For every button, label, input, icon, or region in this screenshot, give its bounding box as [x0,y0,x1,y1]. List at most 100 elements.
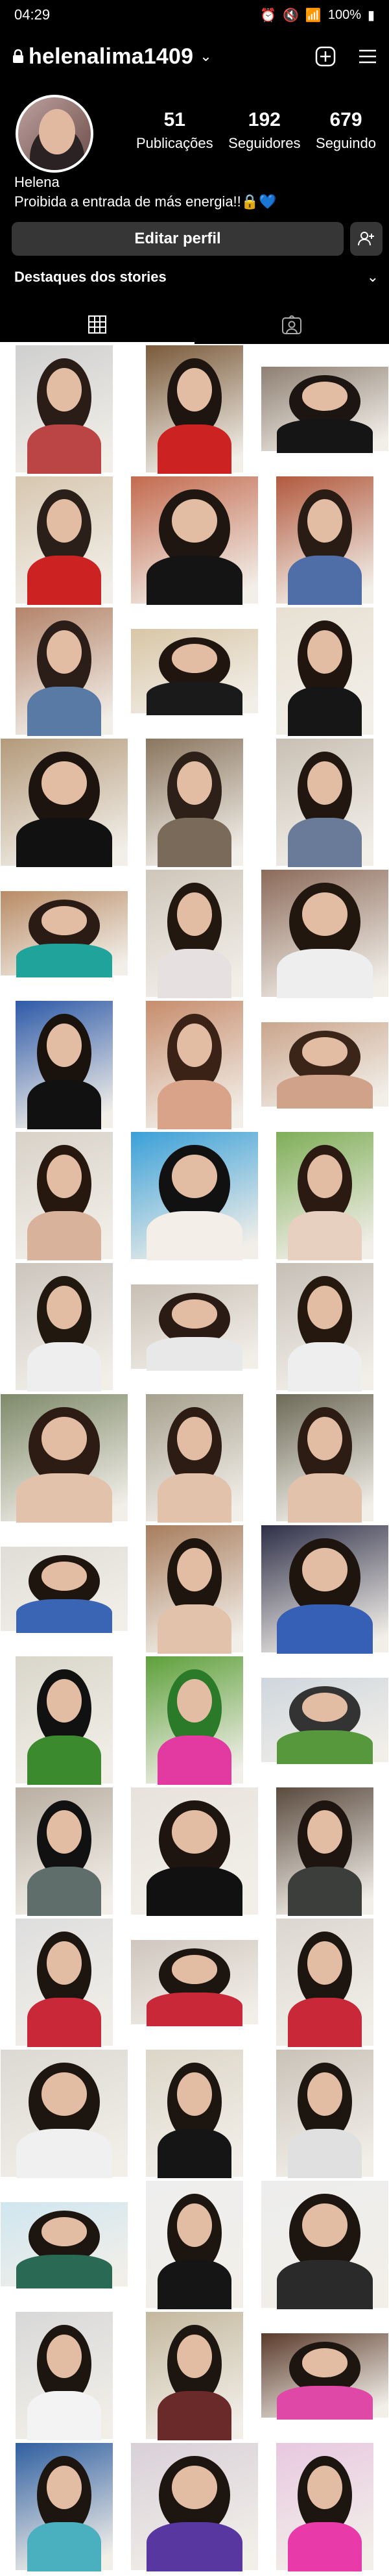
account-switch-chevron-icon[interactable]: ⌄ [200,48,211,65]
post-subject-shirt [288,1210,362,1260]
grid-post[interactable] [130,2179,259,2309]
grid-post[interactable] [0,1524,128,1654]
posts-stat[interactable]: 51 Publicações [136,109,213,152]
grid-post[interactable] [130,737,259,867]
post-photo [146,870,243,998]
grid-post[interactable] [130,1786,259,1916]
grid-post[interactable] [0,1262,128,1392]
posts-count: 51 [163,109,185,130]
post-subject-face [177,1679,212,1723]
post-subject-shirt [27,2390,101,2440]
post-subject-face [171,2466,218,2509]
grid-post[interactable] [0,2048,128,2178]
grid-post[interactable] [130,606,259,736]
grid-post[interactable] [261,1393,389,1523]
post-subject-shirt [16,817,113,867]
grid-post[interactable] [261,868,389,998]
grid-post[interactable] [0,2179,128,2309]
post-subject-shirt [276,2385,373,2420]
grid-post[interactable] [0,1393,128,1523]
grid-post[interactable] [261,2311,389,2440]
grid-post[interactable] [0,606,128,736]
story-highlights-chevron-icon[interactable]: ⌄ [367,269,379,286]
post-subject-shirt [158,817,231,867]
grid-post[interactable] [130,344,259,474]
grid-post[interactable] [261,1786,389,1916]
grid-post[interactable] [130,2048,259,2178]
grid-post[interactable] [0,2311,128,2440]
post-photo [16,1263,113,1392]
followers-stat[interactable]: 192 Seguidores [228,109,300,152]
post-subject-face [301,1037,348,1066]
username[interactable]: helenalima1409 [29,44,193,69]
grid-post[interactable] [130,1000,259,1129]
post-subject-shirt [16,2254,113,2288]
post-subject-face [47,1679,82,1723]
post-subject-face [307,1941,342,1985]
grid-post[interactable] [0,737,128,867]
grid-post[interactable] [130,1524,259,1654]
post-subject-face [41,2072,88,2116]
grid-post[interactable] [261,1524,389,1654]
post-photo [146,2181,243,2309]
grid-post[interactable] [0,1655,128,1785]
grid-post[interactable] [0,2442,128,2571]
status-time: 04:29 [14,6,51,23]
grid-post[interactable] [261,2048,389,2178]
grid-post[interactable] [0,1000,128,1129]
post-subject-shirt [288,2128,362,2178]
grid-post[interactable] [261,1655,389,1785]
following-stat[interactable]: 679 Seguindo [316,109,376,152]
grid-post[interactable] [261,2442,389,2571]
grid-post[interactable] [261,1000,389,1129]
menu-button[interactable] [358,48,377,65]
grid-post[interactable] [130,1917,259,2047]
grid-post[interactable] [130,475,259,605]
grid-post[interactable] [0,868,128,998]
post-photo [146,739,243,867]
post-subject-face [171,1955,218,1984]
edit-profile-button[interactable]: Editar perfil [12,222,344,256]
grid-post[interactable] [130,2311,259,2440]
grid-post[interactable] [261,2179,389,2309]
grid-post[interactable] [261,737,389,867]
post-subject-shirt [27,1997,101,2047]
grid-post[interactable] [130,1655,259,1785]
post-subject-face [307,499,342,543]
grid-post[interactable] [130,1131,259,1260]
posts-label: Publicações [136,135,213,151]
grid-post[interactable] [261,344,389,474]
post-subject-shirt [158,1604,231,1654]
new-post-button[interactable] [315,46,336,67]
grid-post[interactable] [130,1262,259,1392]
post-subject-shirt [288,1473,362,1523]
grid-post[interactable] [0,1917,128,2047]
grid-post[interactable] [130,1393,259,1523]
post-subject-shirt [158,424,231,474]
post-subject-shirt [276,1074,373,1109]
story-highlights-label[interactable]: Destaques dos stories [14,269,167,286]
avatar[interactable] [16,95,93,173]
post-subject-face [47,1155,82,1198]
grid-post[interactable] [261,1131,389,1260]
grid-post[interactable] [261,475,389,605]
post-photo [261,2333,388,2420]
grid-post[interactable] [0,1131,128,1260]
grid-post[interactable] [261,1917,389,2047]
discover-people-button[interactable] [350,222,383,256]
grid-post[interactable] [261,606,389,736]
grid-post[interactable] [0,344,128,474]
post-subject-face [171,644,218,673]
post-subject-face [307,1417,342,1460]
grid-post[interactable] [261,1262,389,1392]
post-subject-face [47,1286,82,1329]
grid-post[interactable] [130,868,259,998]
post-subject-shirt [288,1997,362,2047]
tab-posts-grid[interactable] [0,306,194,344]
grid-post[interactable] [0,1786,128,1916]
tab-tagged[interactable] [194,306,389,344]
grid-post[interactable] [130,2442,259,2571]
post-photo [1,739,128,867]
post-subject-shirt [27,1079,101,1129]
grid-post[interactable] [0,475,128,605]
